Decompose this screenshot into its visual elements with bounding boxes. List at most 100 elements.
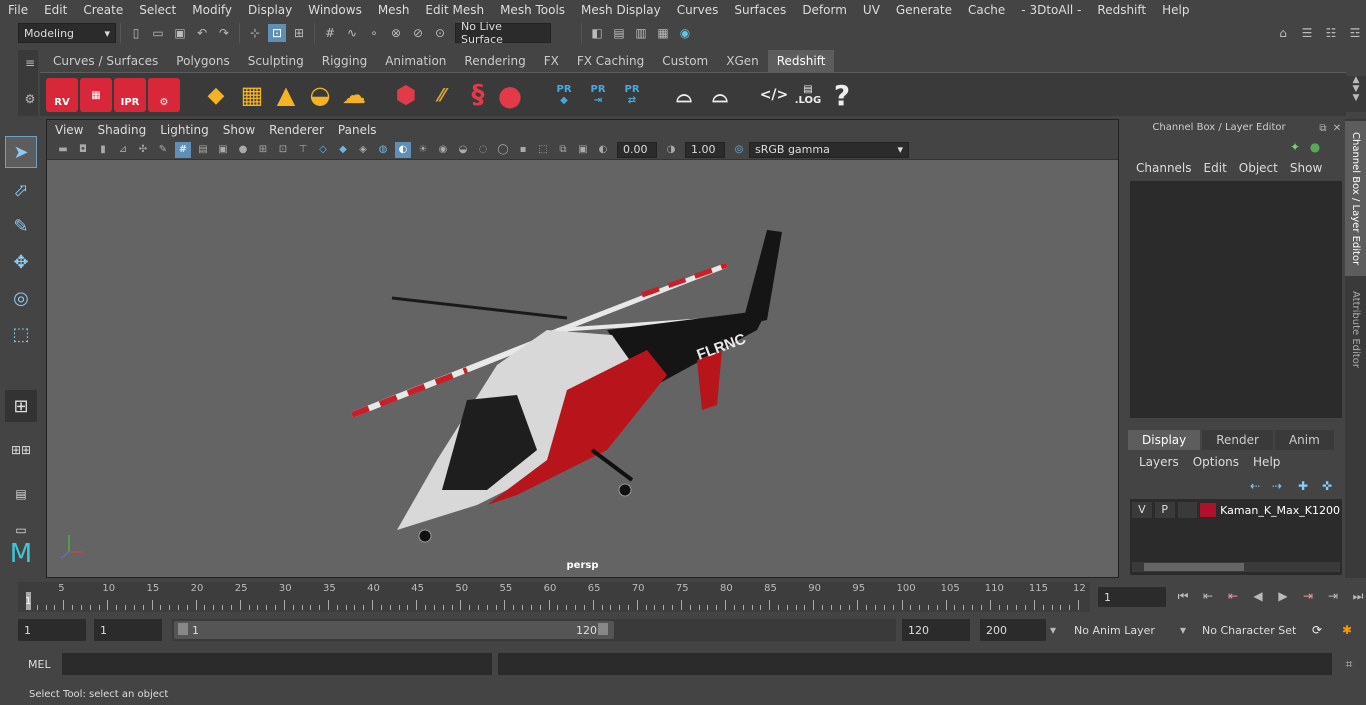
layer-tab-render[interactable]: Render [1202, 430, 1273, 450]
time-slider[interactable]: 5 10 15 20 25 30 35 40 45 50 55 60 65 70 75 80 85 90 95 100… [18, 582, 1090, 612]
panel-menu-shading[interactable]: Shading [90, 123, 153, 137]
colorspace-dropdown[interactable]: sRGB gamma ▾ [749, 141, 909, 158]
mode-dropdown[interactable]: Modeling ▾ [18, 23, 116, 43]
safe-title-icon[interactable]: ⊤ [295, 142, 311, 158]
toggle-attribute-icon[interactable]: ☷ [1322, 24, 1340, 42]
help-button[interactable]: ? [826, 78, 858, 112]
film-gate-icon[interactable]: ▤ [195, 142, 211, 158]
volume-button[interactable]: ⁄⁄ [426, 78, 458, 112]
step-back-icon[interactable]: ⇤ [1199, 587, 1217, 605]
rotate-tool-icon[interactable]: ◎ [5, 282, 37, 314]
ipr-button[interactable]: IPR [114, 78, 146, 112]
bake-button[interactable]: ⌓ [668, 78, 700, 112]
render-sequence-icon[interactable]: ▥ [632, 24, 650, 42]
wireframe-on-shaded-icon[interactable]: ◈ [355, 142, 371, 158]
helicopter-model[interactable]: FLRNC [350, 230, 782, 543]
render-settings-button[interactable]: ⚙ [148, 78, 180, 112]
menu-mesh[interactable]: Mesh [370, 3, 418, 17]
menu-file[interactable]: File [0, 3, 36, 17]
new-layer-icon[interactable]: ✚ [1294, 477, 1312, 495]
character-set-dropdown[interactable]: No Character Set [1196, 619, 1298, 641]
end-time-field[interactable]: 200 [980, 619, 1046, 641]
shelf-tab-redshift[interactable]: Redshift [767, 50, 835, 72]
shadows-icon[interactable]: ☀ [415, 142, 431, 158]
xray-components-icon[interactable]: ▣ [575, 142, 591, 158]
layer-tab-anim[interactable]: Anim [1274, 430, 1334, 450]
layout-single-icon[interactable]: ⊞ [5, 390, 37, 422]
screen-space-ao-icon[interactable]: ◉ [435, 142, 451, 158]
bake-set-button[interactable]: ⌓ [704, 78, 736, 112]
layer-menu-help[interactable]: Help [1246, 455, 1287, 469]
resolution-gate-icon[interactable]: ▣ [215, 142, 231, 158]
layer-menu-layers[interactable]: Layers [1132, 455, 1186, 469]
new-layer-selected-icon[interactable]: ✜ [1318, 477, 1336, 495]
viewport-scene[interactable]: FLRNC [47, 160, 1118, 577]
smooth-shade-icon[interactable]: ◆ [335, 142, 351, 158]
area-light-button[interactable]: ◆ [200, 78, 232, 112]
menu-cache[interactable]: Cache [960, 3, 1013, 17]
shelf-tab-polygons[interactable]: Polygons [167, 50, 239, 72]
shelf-tab-xgen[interactable]: XGen [717, 50, 768, 72]
camera-attr-icon[interactable]: ◘ [75, 142, 91, 158]
menu-redshift[interactable]: Redshift [1089, 3, 1154, 17]
color-management-icon[interactable]: ◎ [731, 142, 747, 158]
ipr-render-icon[interactable]: ▦ [654, 24, 672, 42]
menu-3dtoall[interactable]: - 3DtoAll - [1013, 3, 1089, 17]
toggle-sidebar-icon[interactable]: ☰ [1298, 24, 1316, 42]
range-start-grip[interactable] [178, 623, 188, 635]
batch-render-button[interactable]: ▦ [80, 78, 112, 112]
grid-icon[interactable]: # [175, 141, 191, 158]
menu-deform[interactable]: Deform [794, 3, 855, 17]
snap-view-icon[interactable]: ⊗ [387, 24, 405, 42]
layer-playback-toggle[interactable]: P [1154, 502, 1175, 518]
render-settings-icon[interactable]: ◧ [588, 24, 606, 42]
channel-menu-show[interactable]: Show [1284, 161, 1328, 175]
shelf-tab-fx[interactable]: FX [534, 50, 568, 72]
xray-joints-icon[interactable]: ⧉ [555, 142, 571, 158]
layer-display-type[interactable] [1177, 502, 1198, 518]
go-to-start-icon[interactable]: ⏮ [1174, 587, 1192, 605]
select-object-icon[interactable]: ⊡ [268, 24, 286, 42]
tab-channel-box[interactable]: Channel Box / Layer Editor [1345, 121, 1366, 276]
menu-generate[interactable]: Generate [888, 3, 960, 17]
layer-color-swatch[interactable] [1200, 503, 1217, 517]
pr-export-button[interactable]: PR ⇥ [582, 78, 614, 112]
script-editor-icon[interactable]: ⌗ [1340, 655, 1358, 673]
shelf-tab-rendering[interactable]: Rendering [455, 50, 535, 72]
layer-menu-options[interactable]: Options [1186, 455, 1246, 469]
exposure-icon[interactable]: ◐ [595, 142, 611, 158]
play-forward-icon[interactable]: ▶ [1274, 587, 1292, 605]
chevron-down-icon[interactable]: ▾ [1180, 623, 1186, 637]
anim-layer-dropdown[interactable]: No Anim Layer [1068, 619, 1174, 641]
play-backward-icon[interactable]: ◀ [1249, 587, 1267, 605]
pr-object-button[interactable]: PR ◆ [548, 78, 580, 112]
playback-start-field[interactable]: 1 [94, 619, 162, 641]
camera-select-icon[interactable]: ▬ [55, 142, 71, 158]
layer-name[interactable]: Kaman_K_Max_K1200 [1220, 504, 1340, 517]
field-chart-icon[interactable]: ⊞ [255, 142, 271, 158]
exposure-field[interactable]: 0.00 [617, 141, 657, 158]
2d-pan-icon[interactable]: ✣ [135, 142, 151, 158]
grease-pencil-icon[interactable]: ✎ [155, 142, 171, 158]
script-editor-button[interactable]: </> [758, 78, 790, 112]
cmd-language-label[interactable]: MEL [28, 658, 51, 671]
multisample-icon[interactable]: ◌ [475, 142, 491, 158]
channel-list[interactable] [1130, 181, 1342, 418]
step-forward-icon[interactable]: ⇥ [1324, 587, 1342, 605]
new-scene-icon[interactable]: ▯ [127, 24, 145, 42]
menu-mesh-tools[interactable]: Mesh Tools [492, 3, 573, 17]
menu-surfaces[interactable]: Surfaces [726, 3, 794, 17]
panel-menu-view[interactable]: View [47, 123, 90, 137]
layer-visibility-toggle[interactable]: V [1132, 502, 1152, 518]
snap-surface-icon[interactable]: ⊘ [409, 24, 427, 42]
playback-end-field[interactable]: 120 [902, 619, 970, 641]
undo-icon[interactable]: ↶ [193, 24, 211, 42]
hair-button[interactable]: § [462, 78, 494, 112]
step-forward-key-icon[interactable]: ⇥ [1299, 587, 1317, 605]
select-tool-icon[interactable]: ➤ [5, 136, 37, 168]
channel-menu-object[interactable]: Object [1233, 161, 1284, 175]
layout-four-icon[interactable]: ⊞⊞ [5, 434, 37, 466]
range-slider-handle[interactable] [174, 621, 614, 639]
dome-light-button[interactable]: ◒ [304, 78, 336, 112]
auto-key-icon[interactable]: ● [1306, 138, 1324, 156]
